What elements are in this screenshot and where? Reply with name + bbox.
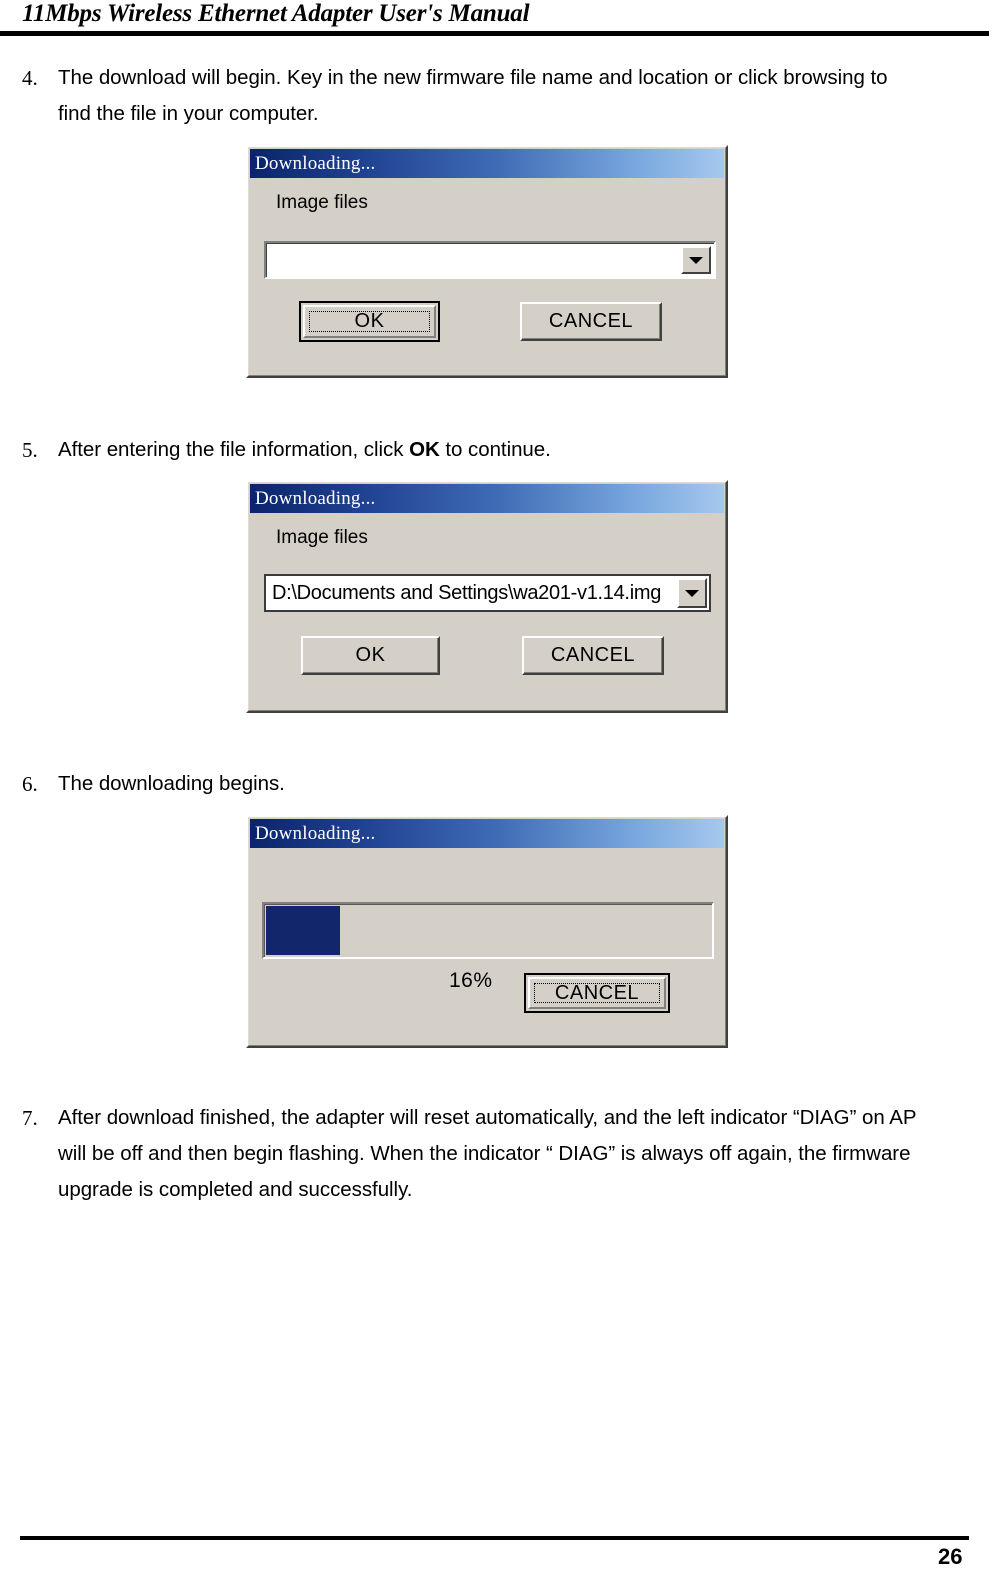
dialog-title: Downloading... <box>255 822 376 844</box>
step-item-5: 5. After entering the file information, … <box>0 432 900 468</box>
step-number: 5. <box>22 438 38 462</box>
progress-percent-label: 16% <box>449 969 493 992</box>
downloading-dialog-filled[interactable]: Downloading... Image files D:\Documents … <box>246 480 728 713</box>
step-text-main: The download will begin. Key in the new … <box>58 66 888 125</box>
image-files-label: Image files <box>276 527 368 548</box>
dialog-titlebar: Downloading... <box>250 484 724 513</box>
step-text-main: After entering the file information, cli… <box>58 438 410 461</box>
step-text-tail: to continue. <box>439 438 551 461</box>
ok-button-face: OK <box>303 305 436 338</box>
step-text-main: After download finished, the adapter wil… <box>58 1106 917 1201</box>
step-text: After entering the file information, cli… <box>58 432 551 468</box>
step-item-7: 7. After download finished, the adapter … <box>0 1100 930 1208</box>
downloading-dialog-progress[interactable]: Downloading... 16% CANCEL <box>246 815 728 1048</box>
cancel-button[interactable]: CANCEL <box>522 636 664 675</box>
page-header: 11Mbps Wireless Ethernet Adapter User's … <box>0 0 989 36</box>
step-text: After download finished, the adapter wil… <box>58 1100 928 1208</box>
step-number: 7. <box>22 1106 38 1130</box>
image-files-label: Image files <box>276 192 368 213</box>
ok-button-label: OK <box>355 644 386 666</box>
download-progress-bar <box>262 902 714 959</box>
combo-dropdown-button[interactable] <box>677 578 707 608</box>
chevron-down-icon <box>689 256 703 264</box>
ok-button[interactable]: OK <box>299 301 440 342</box>
step-text: The download will begin. Key in the new … <box>58 60 900 132</box>
combo-dropdown-button[interactable] <box>681 246 711 274</box>
dialog-titlebar: Downloading... <box>250 819 724 848</box>
dialog-title: Downloading... <box>255 152 376 174</box>
page-number: 26 <box>938 1544 963 1569</box>
step-text: The downloading begins. <box>58 766 285 802</box>
footer-divider <box>20 1536 969 1540</box>
combo-value-text: D:\Documents and Settings\wa201-v1.14.im… <box>272 581 662 604</box>
image-files-combo[interactable]: D:\Documents and Settings\wa201-v1.14.im… <box>264 574 711 612</box>
step-text-emphasis: OK <box>409 438 440 461</box>
progress-bar-fill <box>266 906 340 955</box>
chevron-down-icon <box>685 589 699 597</box>
dialog-titlebar: Downloading... <box>250 149 724 178</box>
downloading-dialog-empty[interactable]: Downloading... Image files OK CANCEL <box>246 145 728 378</box>
cancel-button[interactable]: CANCEL <box>520 302 662 341</box>
step-text-main: The downloading begins. <box>58 772 285 795</box>
cancel-button-label: CANCEL <box>534 982 660 1004</box>
cancel-button[interactable]: CANCEL <box>524 973 670 1013</box>
dialog-title: Downloading... <box>255 487 376 509</box>
step-number: 6. <box>22 772 38 796</box>
cancel-button-face: CANCEL <box>528 977 666 1009</box>
ok-button-label: OK <box>309 310 430 332</box>
step-number: 4. <box>22 66 38 90</box>
header-divider <box>0 31 989 36</box>
step-item-4: 4. The download will begin. Key in the n… <box>0 60 900 132</box>
cancel-button-label: CANCEL <box>550 644 636 666</box>
ok-button[interactable]: OK <box>301 636 440 675</box>
step-item-6: 6. The downloading begins. <box>0 766 900 802</box>
page-title: 11Mbps Wireless Ethernet Adapter User's … <box>22 0 530 27</box>
image-files-combo[interactable] <box>264 241 716 279</box>
cancel-button-label: CANCEL <box>548 310 634 332</box>
combo-inner-bevel <box>266 243 714 277</box>
